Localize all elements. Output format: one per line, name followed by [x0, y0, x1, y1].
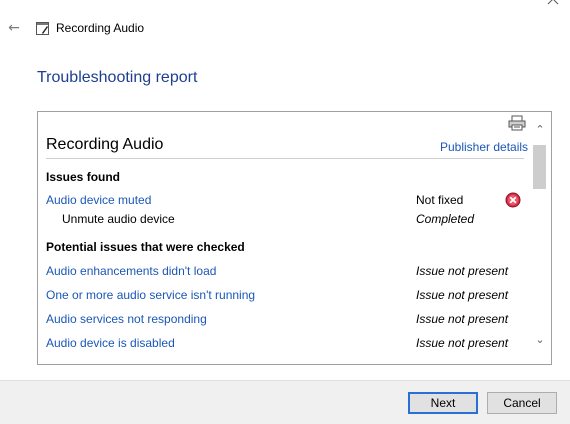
issue-step-label: Unmute audio device: [62, 212, 175, 226]
issue-status: Not fixed: [416, 193, 464, 207]
potential-issue-status: Issue not present: [416, 264, 509, 278]
close-icon[interactable]: [546, 0, 560, 6]
issue-row: Unmute audio device Completed: [38, 212, 528, 230]
scroll-down-arrow-icon[interactable]: ⌄: [531, 332, 549, 348]
scroll-thumb[interactable]: [533, 145, 546, 189]
page-title: Troubleshooting report: [37, 69, 198, 86]
report-panel: Recording Audio Publisher details Issues…: [37, 111, 552, 365]
issue-row: Audio device muted Not fixed: [38, 192, 528, 211]
back-arrow-icon[interactable]: ←: [6, 20, 22, 36]
potential-issue-link[interactable]: Audio device is disabled: [46, 336, 175, 350]
issue-link-audio-device-muted[interactable]: Audio device muted: [46, 193, 151, 207]
error-x-icon: [505, 192, 521, 208]
potential-issue-status: Issue not present: [416, 336, 509, 350]
potential-issue-row: One or more audio service isn't running …: [38, 288, 528, 306]
report-heading: Recording Audio: [46, 136, 164, 153]
potential-issue-link[interactable]: Audio services not responding: [46, 312, 207, 326]
potential-issue-status: Issue not present: [416, 312, 509, 326]
heading-divider: [46, 158, 524, 159]
title-bar: ← Recording Audio: [0, 0, 570, 58]
footer-bar: Next Cancel: [0, 380, 570, 424]
cancel-button[interactable]: Cancel: [487, 392, 557, 414]
troubleshooter-app-icon: [36, 22, 49, 35]
potential-issue-row: Audio device is disabled Issue not prese…: [38, 336, 528, 354]
potential-issue-row: Audio services not responding Issue not …: [38, 312, 528, 330]
issue-status: Completed: [416, 212, 475, 226]
potential-issue-link[interactable]: Audio enhancements didn't load: [46, 264, 216, 278]
potential-issue-row: Audio enhancements didn't load Issue not…: [38, 264, 528, 282]
print-icon[interactable]: [508, 115, 526, 131]
next-button[interactable]: Next: [408, 392, 478, 414]
vertical-scrollbar[interactable]: ⌃ ⌄: [531, 112, 549, 364]
scroll-up-arrow-icon[interactable]: ⌃: [531, 122, 549, 138]
potential-issues-label: Potential issues that were checked: [46, 240, 245, 254]
publisher-details-link[interactable]: Publisher details: [440, 140, 528, 154]
potential-issue-status: Issue not present: [416, 288, 509, 302]
window-title: Recording Audio: [56, 21, 145, 35]
issues-found-label: Issues found: [46, 170, 121, 184]
potential-issue-link[interactable]: One or more audio service isn't running: [46, 288, 255, 302]
